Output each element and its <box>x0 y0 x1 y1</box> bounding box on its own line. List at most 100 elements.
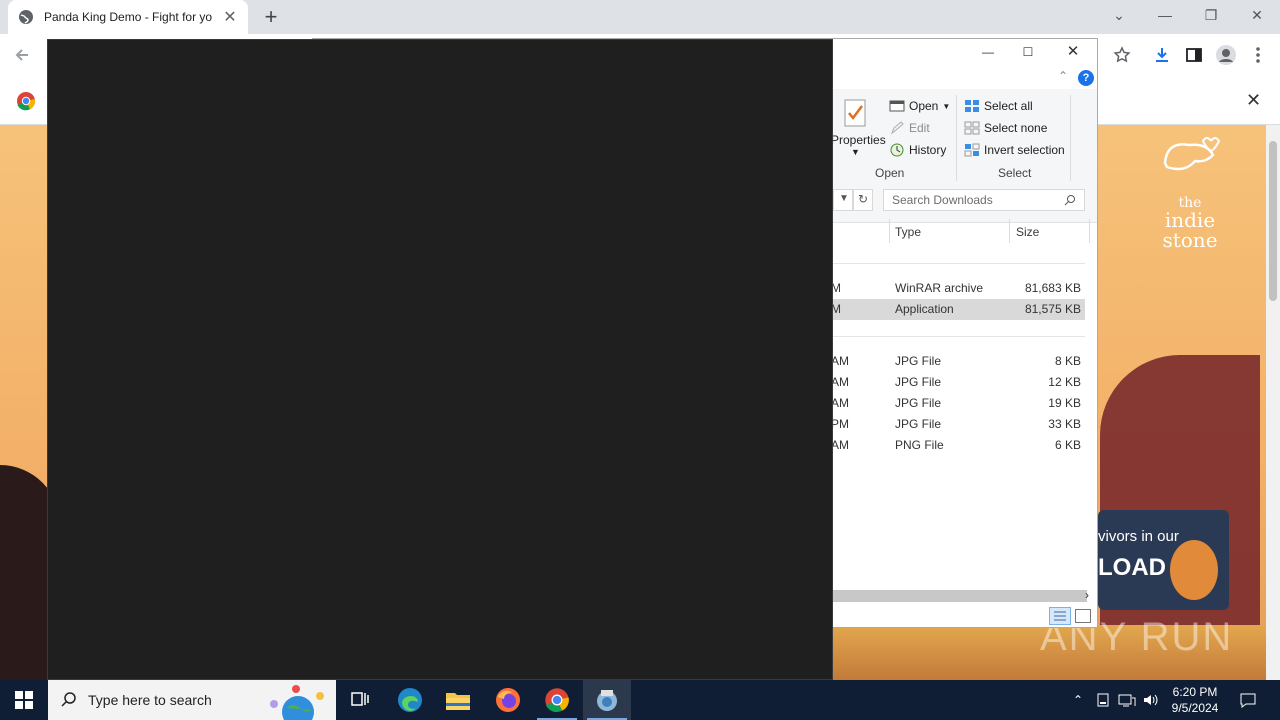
tab-search-dropdown-icon[interactable]: ⌄ <box>1096 0 1142 32</box>
firefox-icon[interactable] <box>484 680 532 720</box>
ad-line-2: LOAD <box>1098 554 1166 581</box>
tray-device-icon[interactable] <box>1092 680 1114 720</box>
infobar-close-icon[interactable]: ✕ <box>1246 90 1261 111</box>
scroll-right-arrow-icon[interactable]: › <box>1085 588 1089 602</box>
row-size: 81,575 KB <box>1024 302 1081 316</box>
invert-selection-label: Invert selection <box>984 143 1065 157</box>
properties-dropdown-icon[interactable]: ▼ <box>851 147 860 157</box>
chrome-taskbar-icon[interactable] <box>533 680 581 720</box>
column-header-size[interactable]: Size <box>1016 225 1039 239</box>
browser-tab[interactable]: Panda King Demo - Fight for yo ✕ <box>8 0 248 34</box>
open-button[interactable]: Open ▼ <box>889 99 950 113</box>
installer-app-icon[interactable] <box>583 680 631 720</box>
row-time: PM <box>831 417 849 431</box>
file-explorer-icon[interactable] <box>434 680 482 720</box>
bookmark-star-icon[interactable] <box>1110 43 1134 67</box>
globe-icon <box>19 10 33 24</box>
raccoon-mascot-icon <box>1170 540 1218 600</box>
file-row[interactable]: AM JPG File 8 KB <box>831 351 1085 372</box>
system-clock[interactable]: 6:20 PM 9/5/2024 <box>1164 680 1226 720</box>
edge-browser-icon[interactable] <box>386 680 434 720</box>
row-time: AM <box>831 438 849 452</box>
select-all-label: Select all <box>984 99 1033 113</box>
select-none-button[interactable]: Select none <box>964 121 1047 135</box>
file-row[interactable]: AM JPG File 19 KB <box>831 393 1085 414</box>
tab-title: Panda King Demo - Fight for yo <box>44 10 213 24</box>
file-row[interactable]: AM JPG File 12 KB <box>831 372 1085 393</box>
task-view-icon[interactable] <box>336 680 384 720</box>
close-browser-button[interactable]: ✕ <box>1234 0 1280 32</box>
minimize-button[interactable]: — <box>1142 0 1188 32</box>
menu-kebab-icon[interactable] <box>1246 43 1270 67</box>
row-time: AM <box>831 396 849 410</box>
explorer-minimize-button[interactable]: — <box>973 41 1003 65</box>
ad-banner[interactable]: vivors in our LOAD <box>1098 510 1229 610</box>
edit-label: Edit <box>909 121 930 135</box>
column-divider[interactable] <box>1089 219 1090 243</box>
taskbar-search-box[interactable]: Type here to search <box>48 680 336 720</box>
row-type: PNG File <box>895 438 944 452</box>
row-size: 81,683 KB <box>1024 281 1081 295</box>
edit-button[interactable]: Edit <box>889 121 930 135</box>
column-divider[interactable] <box>1009 219 1010 243</box>
volume-icon[interactable] <box>1140 680 1162 720</box>
help-icon[interactable]: ? <box>1078 70 1094 86</box>
row-size: 6 KB <box>1054 438 1081 452</box>
blank-black-window[interactable] <box>47 39 833 680</box>
row-type: WinRAR archive <box>895 281 984 295</box>
row-type: JPG File <box>895 375 942 389</box>
start-windows-icon[interactable] <box>0 680 48 720</box>
scrollbar-thumb[interactable] <box>1269 141 1277 301</box>
search-icon <box>61 692 76 707</box>
history-button[interactable]: History <box>889 143 946 157</box>
tab-close-icon[interactable]: ✕ <box>222 7 238 27</box>
clock-date: 9/5/2024 <box>1171 701 1219 715</box>
indie-stone-logo: the indie stone <box>1140 133 1240 250</box>
search-highlight-earth-icon <box>270 685 324 720</box>
address-dropdown[interactable]: ▼ <box>833 189 853 211</box>
notification-center-icon[interactable] <box>1232 680 1264 720</box>
taskbar-search-placeholder: Type here to search <box>88 692 212 708</box>
ribbon-divider <box>956 95 957 181</box>
column-header-type[interactable]: Type <box>895 225 921 239</box>
chrome-logo-icon <box>17 92 36 111</box>
search-placeholder: Search Downloads <box>892 193 993 207</box>
column-divider[interactable] <box>889 219 890 243</box>
group-divider <box>833 336 1085 337</box>
details-view-icon[interactable] <box>1049 607 1071 625</box>
network-icon[interactable] <box>1116 680 1138 720</box>
row-size: 19 KB <box>1048 396 1081 410</box>
horizontal-scrollbar-thumb[interactable] <box>833 590 1087 602</box>
refresh-button[interactable]: ↻ <box>853 189 873 211</box>
file-row[interactable]: PM JPG File 33 KB <box>831 414 1085 435</box>
restore-button[interactable]: ❐ <box>1188 0 1234 32</box>
explorer-close-button[interactable]: ✕ <box>1058 41 1088 65</box>
file-row[interactable]: M WinRAR archive 81,683 KB <box>831 278 1085 299</box>
side-panel-icon[interactable] <box>1182 43 1206 67</box>
history-icon <box>890 143 904 157</box>
row-type: JPG File <box>895 354 942 368</box>
page-scrollbar[interactable] <box>1266 125 1280 680</box>
row-time: AM <box>831 375 849 389</box>
file-row-selected[interactable]: M Application 81,575 KB <box>831 299 1085 320</box>
download-icon[interactable] <box>1150 43 1174 67</box>
collapse-ribbon-icon[interactable]: ⌃ <box>1058 69 1068 83</box>
tray-overflow-chevron-icon[interactable]: ⌃ <box>1068 680 1088 720</box>
properties-button[interactable]: Properties <box>831 133 886 147</box>
select-all-icon <box>965 100 979 112</box>
new-tab-button[interactable]: + <box>258 4 284 30</box>
search-downloads-input[interactable]: Search Downloads <box>883 189 1085 211</box>
large-icons-view-icon[interactable] <box>1075 609 1091 623</box>
row-type: JPG File <box>895 417 942 431</box>
back-arrow-icon[interactable] <box>10 43 34 67</box>
row-size: 8 KB <box>1054 354 1081 368</box>
explorer-maximize-button[interactable]: ☐ <box>1013 41 1043 65</box>
invert-selection-button[interactable]: Invert selection <box>964 143 1065 157</box>
select-all-button[interactable]: Select all <box>964 99 1033 113</box>
file-row[interactable]: AM PNG File 6 KB <box>831 435 1085 456</box>
indie-stone-logo-icon <box>1163 137 1221 171</box>
profile-avatar-icon[interactable] <box>1214 43 1238 67</box>
row-type: Application <box>895 302 954 316</box>
select-group-label: Select <box>998 166 1032 180</box>
open-group-label: Open <box>875 166 905 180</box>
